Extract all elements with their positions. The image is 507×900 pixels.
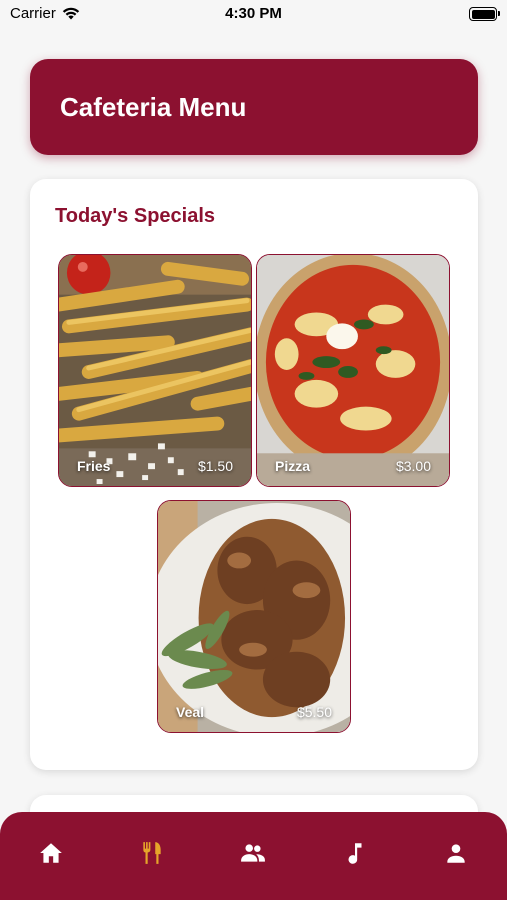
battery-icon [469,7,500,21]
item-price: $1.50 [197,458,233,474]
status-time: 4:30 PM [225,5,282,22]
tab-home[interactable] [31,840,71,880]
tab-profile[interactable] [436,840,476,880]
specials-card: Today's Specials Fries $1.50 Pizza $3.00… [30,179,478,770]
fork-knife-icon [143,842,161,864]
pizza-photo [257,255,449,486]
tab-music[interactable] [335,840,375,880]
status-bar: Carrier 4:30 PM [0,0,507,30]
item-price: $5.50 [296,704,332,720]
item-price: $3.00 [395,458,431,474]
fries-photo [59,255,251,486]
tab-menu[interactable] [132,840,172,880]
menu-item-veal[interactable]: Veal $5.50 [157,500,351,733]
home-icon [39,843,62,863]
item-name: Veal [176,704,205,720]
item-name: Pizza [275,458,311,474]
tab-people[interactable] [233,840,273,880]
veal-photo [158,501,350,732]
music-note-icon [348,843,362,864]
person-icon [447,844,465,863]
people-icon [241,844,266,862]
menu-item-fries[interactable]: Fries $1.50 [58,254,252,487]
page-title: Cafeteria Menu [60,91,247,122]
item-name: Fries [77,458,111,474]
menu-item-pizza[interactable]: Pizza $3.00 [256,254,450,487]
tab-bar [0,812,507,900]
specials-title: Today's Specials [55,205,216,227]
app-header: Cafeteria Menu [30,59,478,155]
